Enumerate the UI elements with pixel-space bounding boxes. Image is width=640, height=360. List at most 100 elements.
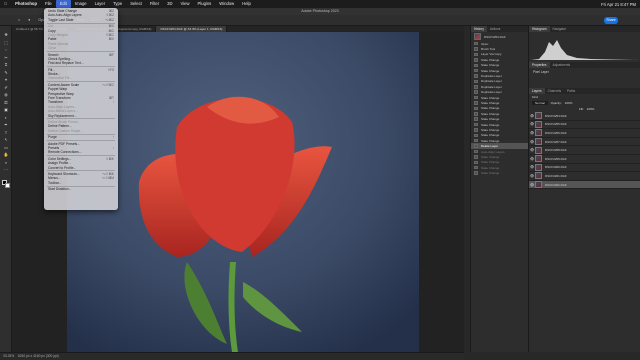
document-info: 6240 px x 4160 px (300 ppi) bbox=[17, 354, 59, 358]
menu-item[interactable]: Edit bbox=[55, 0, 71, 8]
edit-menu-item[interactable]: Define Custom Shape... bbox=[44, 129, 118, 133]
pen-tool-icon[interactable]: ✒ bbox=[2, 122, 10, 127]
menu-item[interactable]: Plugins bbox=[194, 0, 216, 8]
layer-row[interactable]: 👁 DSCF3258.RAF bbox=[529, 146, 640, 155]
history-state-label: State Change bbox=[481, 68, 500, 73]
history-state-label: State Change bbox=[481, 106, 500, 111]
panel-tab[interactable]: Adjustments bbox=[550, 62, 574, 68]
brush-preset-icon[interactable]: ● bbox=[28, 18, 30, 22]
menu-item-shortcut: › bbox=[112, 135, 114, 140]
panel-tab[interactable]: History bbox=[471, 26, 487, 32]
edit-menu-item[interactable]: Clear bbox=[44, 46, 118, 50]
layer-row[interactable]: 👁 DSCF3261.RAF bbox=[529, 172, 640, 181]
panel-tab[interactable]: Layers bbox=[529, 88, 545, 94]
stamp-tool-icon[interactable]: ◍ bbox=[2, 92, 10, 97]
layer-name[interactable]: DSCF3260.RAF bbox=[545, 165, 567, 169]
menu-item[interactable]: Filter bbox=[146, 0, 163, 8]
menu-item-shortcut: ⇧⌘K bbox=[105, 156, 114, 161]
status-bar: 33.33% 6240 px x 4160 px (300 ppi) bbox=[0, 352, 464, 360]
layer-row[interactable]: 👁 DSCF3262.RAF bbox=[529, 180, 640, 190]
layer-name[interactable]: DSCF3258.RAF bbox=[545, 148, 567, 152]
layer-name[interactable]: DSCF3255.RAF bbox=[545, 122, 567, 126]
gradient-tool-icon[interactable]: ◐ bbox=[2, 115, 10, 120]
menu-item[interactable]: Layer bbox=[91, 0, 109, 8]
type-tool-icon[interactable]: T bbox=[2, 130, 10, 135]
home-icon[interactable]: ⌂ bbox=[18, 18, 20, 22]
layer-thumbnail bbox=[535, 155, 542, 163]
layer-row[interactable]: 👁 DSCF3257.RAF bbox=[529, 138, 640, 147]
menu-item[interactable]: Image bbox=[71, 0, 91, 8]
panel-tab[interactable]: Actions bbox=[487, 26, 503, 32]
layer-row[interactable]: 👁 DSCF3254.RAF bbox=[529, 112, 640, 121]
layer-opacity-field[interactable]: 100% bbox=[565, 101, 573, 105]
edit-menu-item[interactable]: Find and Replace Text... bbox=[44, 61, 118, 65]
menu-item[interactable]: 3D bbox=[163, 0, 176, 8]
layer-thumbnail bbox=[535, 181, 542, 189]
layer-row[interactable]: 👁 DSCF3256.RAF bbox=[529, 129, 640, 138]
history-state-label: State Change bbox=[481, 165, 500, 170]
healing-tool-icon[interactable]: ⌖ bbox=[2, 77, 10, 82]
layer-opacity-label: Opacity: bbox=[550, 101, 562, 105]
history-state[interactable]: State Change bbox=[471, 170, 528, 175]
crop-tool-icon[interactable]: ✂ bbox=[2, 55, 10, 60]
apple-menu-icon[interactable]:  bbox=[0, 0, 11, 8]
zoom-tool-icon[interactable]: ⌕ bbox=[2, 160, 10, 165]
menu-item[interactable]: Window bbox=[215, 0, 238, 8]
history-state-icon bbox=[474, 68, 478, 73]
move-tool-icon[interactable]: ✥ bbox=[2, 32, 10, 37]
menu-item[interactable]: Select bbox=[126, 0, 146, 8]
history-state-icon bbox=[474, 90, 478, 94]
blend-mode-select[interactable]: Normal bbox=[532, 101, 548, 105]
layer-row[interactable]: 👁 DSCF3259.RAF bbox=[529, 155, 640, 164]
menu-item[interactable]: File bbox=[41, 0, 56, 8]
layer-name[interactable]: DSCF3254.RAF bbox=[545, 114, 567, 118]
edit-menu: Undo State Change ⌘Z Auto Auto-Align Layer… bbox=[44, 8, 118, 210]
menu-item[interactable]: View bbox=[177, 0, 194, 8]
layer-fill-field[interactable]: 100% bbox=[587, 107, 595, 111]
layer-filter-kind[interactable]: Kind bbox=[532, 95, 538, 99]
edit-menu-item[interactable]: Toggle Last State ⌥⌘Z bbox=[44, 18, 118, 22]
layer-row[interactable]: 👁 DSCF3255.RAF bbox=[529, 120, 640, 130]
edit-menu-item[interactable]: Toolbar... bbox=[44, 181, 118, 185]
layer-name[interactable]: DSCF3262.RAF bbox=[545, 183, 567, 187]
lasso-tool-icon[interactable]: ◌ bbox=[2, 47, 10, 52]
eraser-tool-icon[interactable]: ▣ bbox=[2, 107, 10, 112]
edit-menu-item[interactable]: Sky Replacement... bbox=[44, 114, 118, 118]
background-color-swatch[interactable] bbox=[5, 183, 10, 188]
brush-tool-icon[interactable]: ✐ bbox=[2, 85, 10, 90]
marquee-tool-icon[interactable]: ⬚ bbox=[2, 40, 10, 45]
edit-menu-item[interactable]: Remote Connections... bbox=[44, 150, 118, 154]
zoom-level[interactable]: 33.33% bbox=[3, 354, 14, 358]
frame-tool-icon[interactable]: ⌗ bbox=[2, 62, 10, 67]
layer-thumbnail bbox=[535, 146, 542, 154]
edit-toolbar-icon[interactable]: ⋯ bbox=[2, 167, 10, 172]
layer-name[interactable]: DSCF3256.RAF bbox=[545, 131, 567, 135]
edit-menu-item[interactable]: Convert to Profile... bbox=[44, 166, 118, 170]
menu-item[interactable]: Help bbox=[238, 0, 255, 8]
share-button[interactable]: Share bbox=[604, 17, 618, 24]
history-state-label: State Change bbox=[481, 117, 500, 122]
shape-tool-icon[interactable]: ▭ bbox=[2, 145, 10, 150]
menu-item-shortcut: › bbox=[112, 100, 114, 105]
panel-tab[interactable]: Properties bbox=[529, 62, 550, 68]
layer-row[interactable]: 👁 DSCF3260.RAF bbox=[529, 163, 640, 173]
history-brush-icon[interactable]: ⎚ bbox=[2, 100, 10, 105]
panel-tab[interactable]: Channels bbox=[545, 88, 564, 94]
layer-name[interactable]: DSCF3259.RAF bbox=[545, 157, 567, 161]
history-snapshot[interactable]: DSCF3254.RAF bbox=[471, 32, 528, 41]
edit-menu-item[interactable]: Purge › bbox=[44, 135, 118, 139]
history-state-label: State Change bbox=[481, 57, 500, 62]
tulip-photo bbox=[67, 32, 419, 352]
edit-menu-item[interactable]: Generative Fill... bbox=[44, 76, 118, 80]
edit-menu-item[interactable]: Start Dictation... bbox=[44, 187, 118, 191]
eyedropper-tool-icon[interactable]: ✎ bbox=[2, 70, 10, 75]
hand-tool-icon[interactable]: ✋ bbox=[2, 152, 10, 157]
layer-name[interactable]: DSCF3261.RAF bbox=[545, 174, 567, 178]
path-select-icon[interactable]: ↖ bbox=[2, 137, 10, 142]
menu-item[interactable]: Type bbox=[109, 0, 126, 8]
snapshot-thumbnail bbox=[474, 33, 481, 40]
menu-app-name[interactable]: Photoshop bbox=[11, 0, 41, 8]
panel-tab[interactable]: Paths bbox=[564, 88, 578, 94]
layer-name[interactable]: DSCF3257.RAF bbox=[545, 140, 567, 144]
canvas[interactable] bbox=[67, 32, 419, 352]
